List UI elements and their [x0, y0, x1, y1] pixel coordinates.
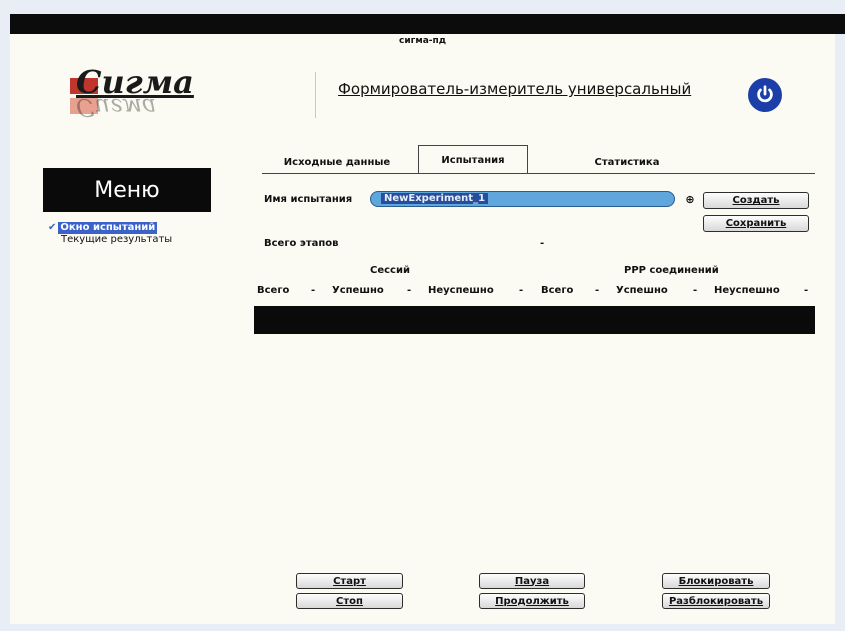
column-header: Успешно — [616, 285, 668, 296]
total-stages-value: - — [540, 238, 545, 249]
sessions-header: Сессий — [370, 265, 410, 276]
menu-item-test-window[interactable]: ✔ Окно испытаний — [48, 222, 172, 234]
create-button-label: Создать — [732, 195, 780, 206]
unlock-button[interactable]: Разблокировать — [662, 593, 770, 609]
header-divider — [315, 72, 316, 118]
tab-testing[interactable]: Испытания — [418, 145, 528, 174]
column-value: - — [407, 285, 412, 296]
tab-label: Статистика — [594, 156, 660, 168]
create-button[interactable]: Создать — [703, 192, 809, 209]
stop-button-label: Стоп — [336, 595, 363, 607]
column-header: Всего — [257, 285, 290, 296]
total-stages-label: Всего этапов — [264, 238, 339, 249]
column-header: Неуспешно — [428, 285, 494, 296]
menu-item-label: Окно испытаний — [58, 222, 158, 234]
test-name-label: Имя испытания — [264, 194, 353, 205]
ppp-header: PPP соединений — [624, 265, 719, 276]
column-header: Успешно — [332, 285, 384, 296]
power-icon — [757, 85, 773, 103]
resume-button[interactable]: Продолжить — [479, 593, 585, 609]
lock-button[interactable]: Блокировать — [662, 573, 770, 589]
column-value: - — [693, 285, 698, 296]
menu-title: Меню — [43, 168, 211, 212]
pause-button[interactable]: Пауза — [479, 573, 585, 589]
tab-statistics[interactable]: Статистика — [562, 151, 692, 173]
column-value: - — [519, 285, 524, 296]
window-title: сигма-пд — [399, 36, 446, 46]
browse-button[interactable]: ⊕ — [683, 193, 697, 207]
tab-underline — [262, 173, 815, 174]
test-name-value: NewExperiment_1 — [381, 193, 489, 204]
unlock-button-label: Разблокировать — [668, 595, 764, 607]
column-header: Всего — [541, 285, 574, 296]
column-value: - — [595, 285, 600, 296]
tab-label: Испытания — [441, 154, 505, 166]
app-title: Формирователь-измеритель универсальный — [338, 80, 692, 98]
menu-item-label: Текущие результаты — [61, 234, 173, 245]
title-bar — [10, 14, 845, 34]
check-icon: ✔ — [48, 222, 57, 233]
tab-label: Исходные данные — [283, 156, 391, 168]
save-button-label: Сохранить — [725, 218, 787, 229]
power-button[interactable] — [748, 78, 782, 112]
lock-button-label: Блокировать — [678, 575, 754, 587]
column-header: Неуспешно — [714, 285, 780, 296]
tab-initial-data[interactable]: Исходные данные — [272, 151, 402, 173]
test-name-input[interactable]: NewExperiment_1 — [370, 191, 675, 207]
results-table-row — [254, 306, 815, 334]
side-menu: ✔ Окно испытаний Текущие результаты — [48, 222, 172, 246]
column-value: - — [804, 285, 809, 296]
resume-button-label: Продолжить — [495, 595, 569, 607]
column-value: - — [311, 285, 316, 296]
save-button[interactable]: Сохранить — [703, 215, 809, 232]
menu-item-current-results[interactable]: Текущие результаты — [48, 234, 172, 246]
pause-button-label: Пауза — [514, 575, 550, 587]
start-button[interactable]: Старт — [296, 573, 403, 589]
stop-button[interactable]: Стоп — [296, 593, 403, 609]
start-button-label: Старт — [333, 575, 366, 587]
logo-text-reflection: Сигма — [76, 93, 157, 121]
